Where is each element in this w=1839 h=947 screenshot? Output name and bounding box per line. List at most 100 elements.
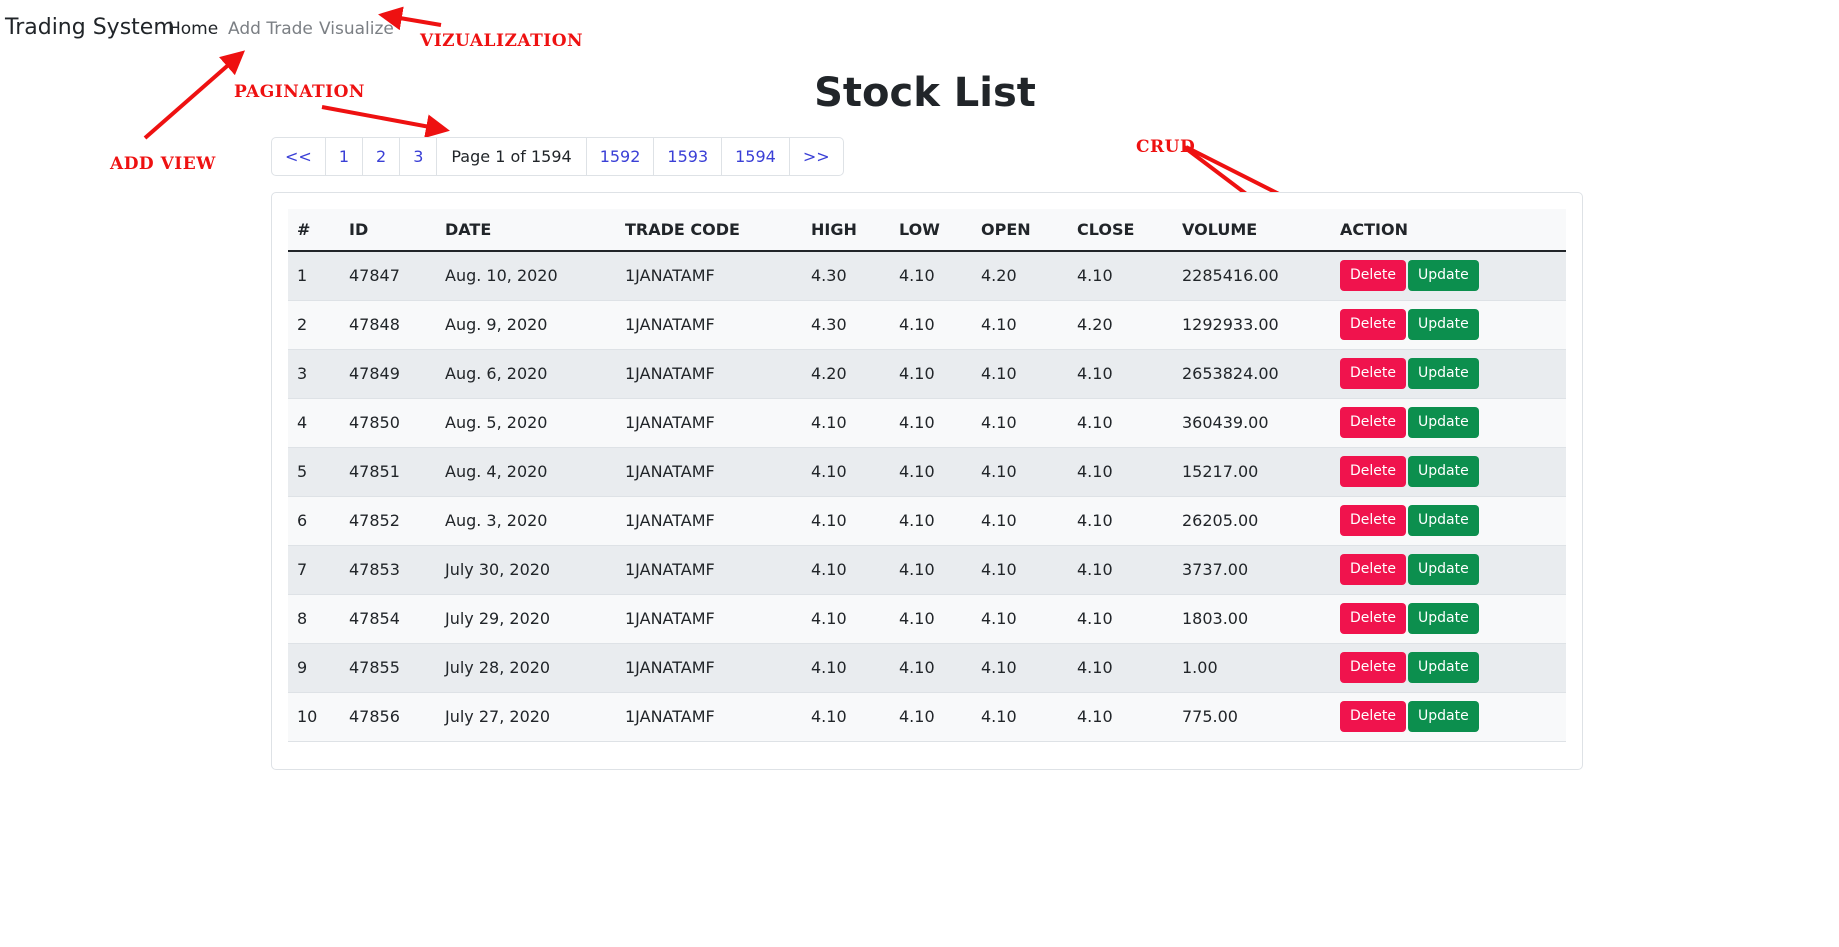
open-value-cell: 4.10	[972, 447, 1068, 497]
row-index-cell: 8	[288, 594, 340, 644]
update-button[interactable]: Update	[1408, 358, 1479, 389]
table-body: 1 47847 Aug. 10, 2020 1JANATAMF 4.30 4.10 4.20…	[288, 251, 1566, 742]
row-index-cell: 2	[288, 300, 340, 350]
row-index-cell: 1	[288, 251, 340, 301]
open-value-cell: 4.20	[972, 251, 1068, 301]
low-value-cell: 4.10	[890, 349, 972, 399]
close-value-cell: 4.10	[1068, 251, 1173, 301]
trade-date-cell: July 29, 2020	[436, 594, 616, 644]
page-2-button[interactable]: 2	[362, 138, 399, 175]
nav-link-add-trade[interactable]: Add Trade	[228, 19, 313, 39]
page-first-button[interactable]: <<	[272, 138, 325, 175]
page-3-button[interactable]: 3	[399, 138, 436, 175]
close-value-cell: 4.10	[1068, 398, 1173, 448]
row-index-cell: 9	[288, 643, 340, 693]
trade-date-cell: July 30, 2020	[436, 545, 616, 595]
table-row: 3 47849 Aug. 6, 2020 1JANATAMF 4.20 4.10 4.10 4…	[288, 349, 1566, 399]
low-value-cell: 4.10	[890, 692, 972, 742]
high-value-cell: 4.10	[802, 594, 890, 644]
delete-button[interactable]: Delete	[1340, 456, 1406, 487]
navbar-brand[interactable]: Trading System	[5, 15, 175, 40]
high-value-cell: 4.10	[802, 398, 890, 448]
update-button[interactable]: Update	[1408, 260, 1479, 292]
delete-button[interactable]: Delete	[1340, 309, 1406, 340]
trade-id-cell: 47855	[340, 643, 436, 693]
update-button[interactable]: Update	[1408, 456, 1479, 487]
stock-table: # ID DATE TRADE CODE HIGH LOW OPEN CLOSE…	[288, 209, 1566, 742]
action-cell: Delete Update	[1331, 349, 1566, 399]
trade-date-cell: Aug. 3, 2020	[436, 496, 616, 546]
navbar: Trading System Home Add Trade Visualize	[0, 0, 1839, 56]
low-value-cell: 4.10	[890, 300, 972, 350]
open-value-cell: 4.10	[972, 349, 1068, 399]
trade-code-cell: 1JANATAMF	[616, 447, 802, 497]
header-open: OPEN	[972, 209, 1068, 252]
action-cell: Delete Update	[1331, 398, 1566, 448]
update-button[interactable]: Update	[1408, 505, 1479, 536]
annotation-vizualization: VIZUALIZATION	[420, 31, 584, 51]
volume-value-cell: 775.00	[1173, 692, 1331, 742]
high-value-cell: 4.10	[802, 496, 890, 546]
delete-button[interactable]: Delete	[1340, 505, 1406, 536]
nav-link-visualize[interactable]: Visualize	[319, 19, 394, 39]
page-1594-button[interactable]: 1594	[721, 138, 789, 175]
nav-link-home[interactable]: Home	[168, 19, 218, 39]
update-button[interactable]: Update	[1408, 701, 1479, 732]
annotation-add-view: ADD VIEW	[110, 154, 216, 174]
low-value-cell: 4.10	[890, 447, 972, 497]
volume-value-cell: 2653824.00	[1173, 349, 1331, 399]
table-row: 2 47848 Aug. 9, 2020 1JANATAMF 4.30 4.10 4.10 4…	[288, 300, 1566, 350]
action-cell: Delete Update	[1331, 447, 1566, 497]
header-index: #	[288, 209, 340, 252]
delete-button[interactable]: Delete	[1340, 260, 1406, 292]
page-1592-button[interactable]: 1592	[585, 138, 654, 175]
update-button[interactable]: Update	[1408, 309, 1479, 340]
page-1-button[interactable]: 1	[324, 138, 362, 175]
page-last-button[interactable]: >>	[788, 138, 843, 175]
open-value-cell: 4.10	[972, 692, 1068, 742]
volume-value-cell: 26205.00	[1173, 496, 1331, 546]
trade-id-cell: 47852	[340, 496, 436, 546]
table-row: 5 47851 Aug. 4, 2020 1JANATAMF 4.10 4.10 4.10 4…	[288, 447, 1566, 497]
header-close: CLOSE	[1068, 209, 1173, 252]
delete-button[interactable]: Delete	[1340, 407, 1406, 438]
delete-button[interactable]: Delete	[1340, 554, 1406, 585]
update-button[interactable]: Update	[1408, 603, 1479, 634]
header-date: DATE	[436, 209, 616, 252]
delete-button[interactable]: Delete	[1340, 701, 1406, 732]
trade-date-cell: July 27, 2020	[436, 692, 616, 742]
open-value-cell: 4.10	[972, 300, 1068, 350]
update-button[interactable]: Update	[1408, 652, 1479, 683]
volume-value-cell: 1.00	[1173, 643, 1331, 693]
trade-id-cell: 47853	[340, 545, 436, 595]
header-volume: VOLUME	[1173, 209, 1331, 252]
update-button[interactable]: Update	[1408, 554, 1479, 585]
volume-value-cell: 3737.00	[1173, 545, 1331, 595]
open-value-cell: 4.10	[972, 643, 1068, 693]
close-value-cell: 4.10	[1068, 349, 1173, 399]
trade-id-cell: 47851	[340, 447, 436, 497]
trade-date-cell: July 28, 2020	[436, 643, 616, 693]
delete-button[interactable]: Delete	[1340, 358, 1406, 389]
row-index-cell: 6	[288, 496, 340, 546]
row-index-cell: 4	[288, 398, 340, 448]
trade-code-cell: 1JANATAMF	[616, 300, 802, 350]
update-button[interactable]: Update	[1408, 407, 1479, 438]
stock-table-card: # ID DATE TRADE CODE HIGH LOW OPEN CLOSE…	[271, 192, 1583, 770]
page-title: Stock List	[814, 70, 1036, 116]
action-cell: Delete Update	[1331, 545, 1566, 595]
action-cell: Delete Update	[1331, 692, 1566, 742]
open-value-cell: 4.10	[972, 398, 1068, 448]
trade-date-cell: Aug. 10, 2020	[436, 251, 616, 301]
trade-date-cell: Aug. 5, 2020	[436, 398, 616, 448]
header-trade-code: TRADE CODE	[616, 209, 802, 252]
delete-button[interactable]: Delete	[1340, 652, 1406, 683]
trade-id-cell: 47848	[340, 300, 436, 350]
page-1593-button[interactable]: 1593	[653, 138, 721, 175]
trade-date-cell: Aug. 9, 2020	[436, 300, 616, 350]
table-row: 8 47854 July 29, 2020 1JANATAMF 4.10 4.10 4.10…	[288, 594, 1566, 644]
open-value-cell: 4.10	[972, 594, 1068, 644]
delete-button[interactable]: Delete	[1340, 603, 1406, 634]
table-row: 6 47852 Aug. 3, 2020 1JANATAMF 4.10 4.10 4.10 4…	[288, 496, 1566, 546]
high-value-cell: 4.20	[802, 349, 890, 399]
